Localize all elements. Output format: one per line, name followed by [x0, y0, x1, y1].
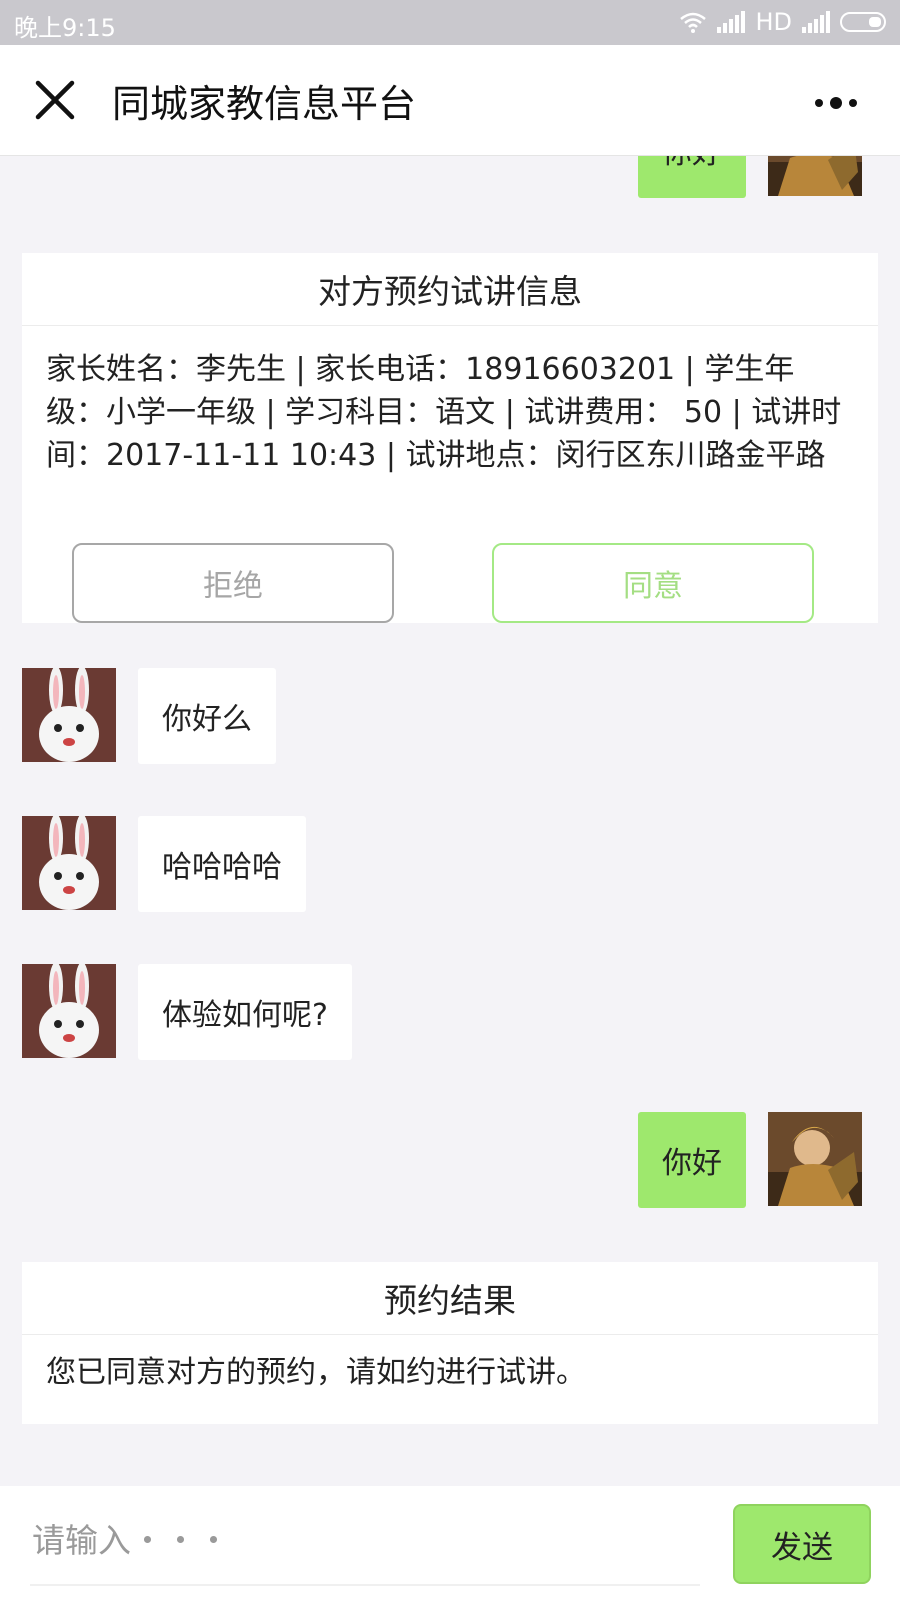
armored-hero-avatar[interactable]: [768, 1112, 862, 1206]
input-underline: [30, 1584, 700, 1586]
message-text: 你好: [662, 1146, 722, 1181]
message-text: 你好么: [162, 702, 252, 737]
result-text: 您已同意对方的预约，请如约进行试讲。: [46, 1355, 586, 1390]
message-bubble: 哈哈哈哈: [138, 816, 306, 912]
white-rabbit-avatar[interactable]: [22, 964, 116, 1058]
title-bar: 同城家教信息平台: [0, 45, 900, 156]
message-text: 哈哈哈哈: [162, 850, 282, 885]
message-input[interactable]: [30, 1506, 694, 1574]
message-bubble: 你好: [638, 1112, 746, 1208]
message-bubble: 你好么: [138, 668, 276, 764]
white-rabbit-avatar[interactable]: [22, 816, 116, 910]
input-bar: 发送: [0, 1486, 900, 1600]
result-card: 预约结果 您已同意对方的预约，请如约进行试讲。: [22, 1262, 878, 1424]
appointment-card-title: 对方预约试讲信息: [22, 253, 878, 326]
white-rabbit-avatar[interactable]: [22, 668, 116, 762]
more-icon[interactable]: [814, 97, 858, 109]
appointment-card: 对方预约试讲信息 家长姓名：李先生 | 家长电话：18916603201 | 学…: [22, 253, 878, 623]
message-text: 你好: [662, 156, 722, 172]
cell-signal-icon: [717, 11, 746, 33]
message-bubble: 你好: [638, 156, 746, 198]
status-time: 晚上9:15: [14, 14, 116, 42]
chat-area[interactable]: 你好 对方预约试讲信息 家长姓名：李先生 | 家长电话：18916603201 …: [0, 156, 900, 1486]
cell-signal-2-icon: [802, 11, 830, 33]
message-text: 体验如何呢?: [162, 998, 328, 1033]
status-icons: HD: [679, 8, 886, 36]
agree-button[interactable]: 同意: [492, 543, 814, 623]
result-card-title: 预约结果: [22, 1262, 878, 1335]
message-bubble: 体验如何呢?: [138, 964, 352, 1060]
battery-icon: [840, 12, 886, 32]
appointment-details: 家长姓名：李先生 | 家长电话：18916603201 | 学生年级：小学一年级…: [46, 352, 842, 473]
wifi-icon: [680, 12, 707, 33]
appointment-actions: 拒绝 同意: [22, 543, 878, 623]
send-button[interactable]: 发送: [733, 1504, 871, 1584]
status-bar: 晚上9:15 HD: [0, 0, 900, 45]
page-title: 同城家教信息平台: [112, 82, 417, 126]
reject-button[interactable]: 拒绝: [72, 543, 394, 623]
close-icon[interactable]: [34, 79, 76, 121]
network-type: HD: [755, 8, 792, 36]
armored-hero-avatar[interactable]: [768, 156, 862, 196]
